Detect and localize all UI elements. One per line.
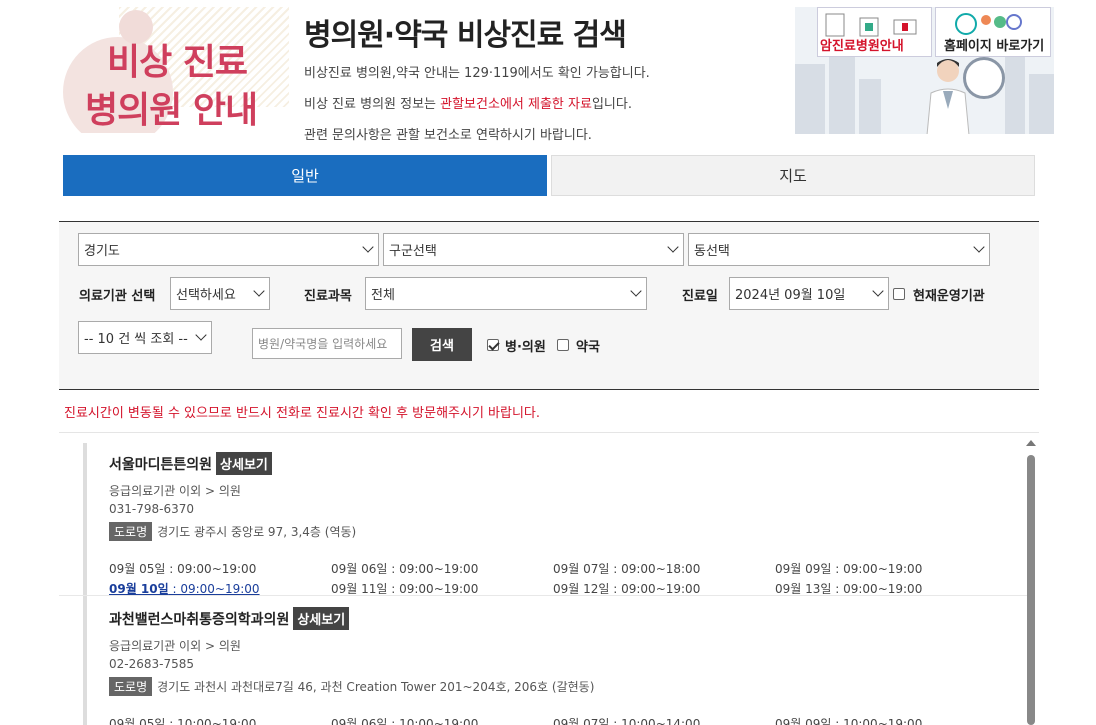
facility-name: 서울마디튼튼의원	[109, 456, 213, 473]
info-line-2: 비상 진료 병의원 정보는 관할보건소에서 제출한 자료입니다.	[304, 97, 632, 112]
pharmacy-checkbox[interactable]	[557, 339, 569, 351]
date-label: 진료일	[682, 289, 718, 304]
logo-line-1: 비상 진료	[107, 42, 248, 83]
doctor-illustration	[926, 59, 970, 134]
pharmacy-label: 약국	[576, 340, 600, 355]
clock-icon	[963, 57, 1005, 99]
facility-name: 과천밸런스마취통증의학과의원	[109, 611, 290, 628]
date-select[interactable]: 2024년 09월 10일	[729, 277, 889, 310]
operating-now-checkbox[interactable]	[893, 288, 905, 300]
info-line-1: 비상진료 병의원,약국 안내는 129·119에서도 확인 가능합니다.	[304, 66, 650, 81]
list-item: 서울마디튼튼의원 상세보기 응급의료기관 이외 > 의원 031-798-637…	[83, 443, 1028, 597]
province-select[interactable]: 경기도	[78, 233, 379, 266]
hospital-checkbox[interactable]	[487, 339, 499, 351]
emergency-care-logo: 비상 진료 병의원 안내	[43, 7, 289, 133]
notice-text: 진료시간이 변동될 수 있으므로 반드시 전화로 진료시간 확인 후 방문해주시…	[64, 406, 541, 421]
detail-button[interactable]: 상세보기	[216, 452, 272, 475]
department-select[interactable]: 전체	[365, 277, 647, 310]
side-banner: 암진료병원안내 홈페이지 바로가기	[795, 7, 1054, 134]
institution-select[interactable]: 선택하세요	[170, 277, 270, 310]
list-item: 과천밸런스마취통증의학과의원 상세보기 응급의료기관 이외 > 의원 02-26…	[83, 596, 1028, 725]
facility-address: 경기도 광주시 중앙로 97, 3,4층 (역동)	[157, 525, 357, 539]
tab-general[interactable]: 일반	[63, 155, 547, 196]
scrollbar-thumb[interactable]	[1027, 455, 1035, 725]
district-select[interactable]: 구군선택	[383, 233, 684, 266]
road-badge: 도로명	[109, 522, 153, 541]
info-line-3: 관련 문의사항은 관할 보건소로 연락하시기 바랍니다.	[304, 128, 592, 143]
facility-address: 경기도 과천시 과천대로7길 46, 과천 Creation Tower 201…	[157, 680, 595, 694]
detail-button[interactable]: 상세보기	[293, 607, 350, 630]
schedule-entry: 09월 06일 : 09:00~19:00	[331, 562, 479, 576]
chevron-down-icon	[195, 329, 207, 341]
facility-phone: 02-2683-7585	[109, 657, 195, 671]
facility-type: 응급의료기관 이외 > 의원	[109, 484, 241, 498]
name-search-input[interactable]: 병원/약국명을 입력하세요	[252, 328, 402, 359]
schedule-entry: 09월 05일 : 10:00~19:00	[109, 717, 257, 725]
page-size-select[interactable]: -- 10 건 씩 조회 --	[78, 321, 212, 354]
department-label: 진료과목	[304, 289, 352, 304]
facility-phone: 031-798-6370	[109, 502, 195, 516]
road-badge: 도로명	[109, 677, 153, 696]
hospital-label: 병·의원	[505, 340, 546, 355]
dong-select[interactable]: 동선택	[688, 233, 990, 266]
schedule-grid: 09월 05일 : 09:00~19:00 09월 06일 : 09:00~19…	[109, 560, 1028, 597]
schedule-entry: 09월 07일 : 10:00~14:00	[553, 717, 701, 725]
chevron-down-icon	[362, 241, 374, 253]
chevron-down-icon	[667, 241, 679, 253]
results-list: 서울마디튼튼의원 상세보기 응급의료기관 이외 > 의원 031-798-637…	[59, 432, 1039, 725]
schedule-entry: 09월 06일 : 10:00~19:00	[331, 717, 479, 725]
schedule-entry: 09월 09일 : 10:00~19:00	[775, 717, 923, 725]
search-panel: 경기도 구군선택 동선택 의료기관 선택 선택하세요 진료과목 전체 진료일 2…	[59, 221, 1039, 390]
search-button[interactable]: 검색	[412, 328, 472, 361]
logo-line-2: 병의원 안내	[85, 90, 258, 131]
chevron-down-icon	[973, 241, 985, 253]
schedule-grid: 09월 05일 : 10:00~19:00 09월 06일 : 10:00~19…	[109, 715, 1028, 725]
chevron-down-icon	[872, 285, 884, 297]
schedule-entry: 09월 07일 : 09:00~18:00	[553, 562, 701, 576]
egen-logo-icon	[955, 13, 1022, 35]
tab-map[interactable]: 지도	[551, 155, 1035, 196]
operating-now-label: 현재운영기관	[913, 289, 985, 304]
institution-label: 의료기관 선택	[79, 289, 156, 304]
scroll-up-arrow-icon[interactable]	[1026, 440, 1036, 446]
schedule-entry: 09월 09일 : 09:00~19:00	[775, 562, 923, 576]
cancer-hospital-banner-link[interactable]: 암진료병원안내	[817, 7, 932, 57]
chevron-down-icon	[630, 285, 642, 297]
homepage-banner-link[interactable]: 홈페이지 바로가기	[935, 7, 1051, 57]
page-title: 병의원·약국 비상진료 검색	[304, 18, 627, 53]
facility-type: 응급의료기관 이외 > 의원	[109, 639, 241, 653]
chevron-down-icon	[253, 285, 265, 297]
schedule-entry: 09월 05일 : 09:00~19:00	[109, 562, 257, 576]
hospital-icons	[825, 13, 917, 37]
